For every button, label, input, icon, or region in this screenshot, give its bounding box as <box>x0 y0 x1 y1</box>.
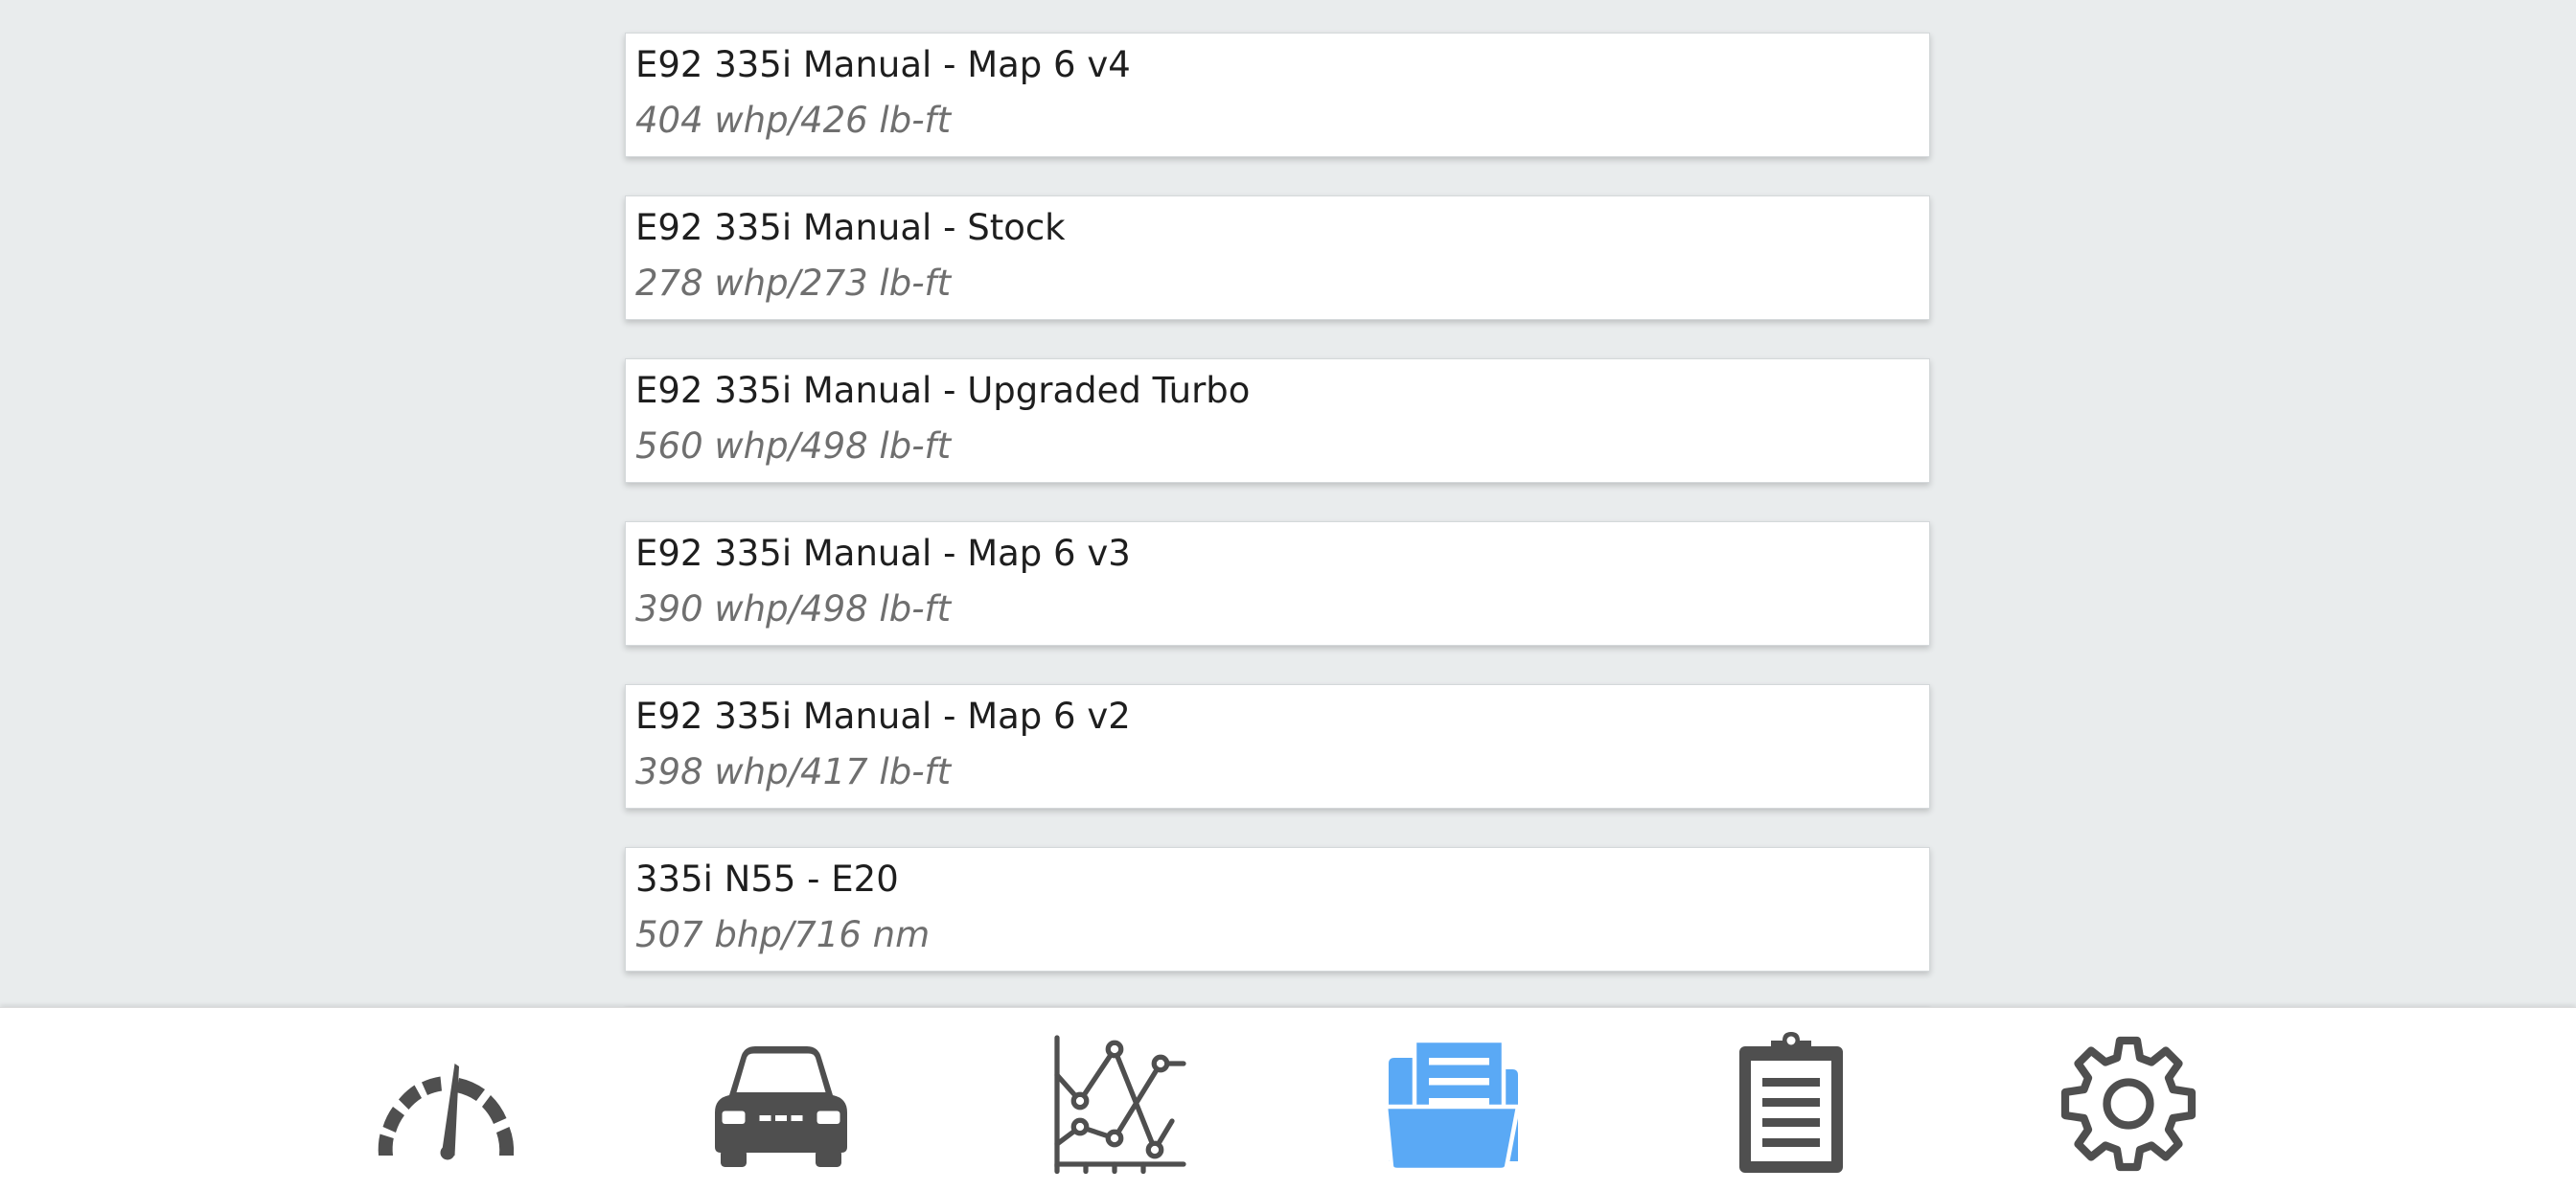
nav-datalog-button[interactable] <box>1041 1027 1194 1180</box>
map-power-stats: 278 whp/273 lb-ft <box>635 263 952 304</box>
map-power-stats: 404 whp/426 lb-ft <box>635 100 952 141</box>
map-name: E92 335i Manual - Stock <box>635 207 1066 248</box>
nav-settings-button[interactable] <box>2052 1027 2205 1180</box>
map-list-item[interactable]: E92 335i Manual - Map 6 v4 404 whp/426 l… <box>625 33 1930 157</box>
map-name: E92 335i Manual - Map 6 v3 <box>635 533 1131 574</box>
map-list: E92 335i Manual - Map 6 v4 404 whp/426 l… <box>625 33 1930 1025</box>
bottom-nav-bar <box>0 1007 2576 1191</box>
map-list-item[interactable]: E92 335i Manual - Map 6 v2 398 whp/417 l… <box>625 684 1930 809</box>
nav-logs-button[interactable] <box>1714 1027 1868 1180</box>
gear-icon <box>2060 1036 2196 1172</box>
map-name: 335i N55 - E20 <box>635 859 899 900</box>
map-list-item[interactable]: E92 335i Manual - Map 6 v3 390 whp/498 l… <box>625 521 1930 646</box>
map-name: E92 335i Manual - Map 6 v4 <box>635 44 1131 85</box>
map-list-item[interactable]: 335i N55 - E20 507 bhp/716 nm <box>625 847 1930 972</box>
map-name: E92 335i Manual - Upgraded Turbo <box>635 370 1251 411</box>
folder-icon <box>1383 1038 1521 1173</box>
map-power-stats: 390 whp/498 lb-ft <box>635 588 952 630</box>
chart-icon <box>1054 1035 1186 1175</box>
map-power-stats: 398 whp/417 lb-ft <box>635 751 952 792</box>
map-power-stats: 507 bhp/716 nm <box>635 914 931 955</box>
nav-dashboard-button[interactable] <box>368 1027 521 1180</box>
clipboard-icon <box>1739 1032 1843 1173</box>
gauge-icon <box>378 1064 515 1160</box>
nav-maps-button[interactable] <box>1378 1027 1531 1180</box>
map-power-stats: 560 whp/498 lb-ft <box>635 425 952 467</box>
nav-vehicle-button[interactable] <box>704 1027 858 1180</box>
car-icon <box>715 1046 847 1167</box>
map-name: E92 335i Manual - Map 6 v2 <box>635 696 1131 737</box>
map-list-item[interactable]: E92 335i Manual - Stock 278 whp/273 lb-f… <box>625 195 1930 320</box>
map-list-item[interactable]: E92 335i Manual - Upgraded Turbo 560 whp… <box>625 358 1930 483</box>
